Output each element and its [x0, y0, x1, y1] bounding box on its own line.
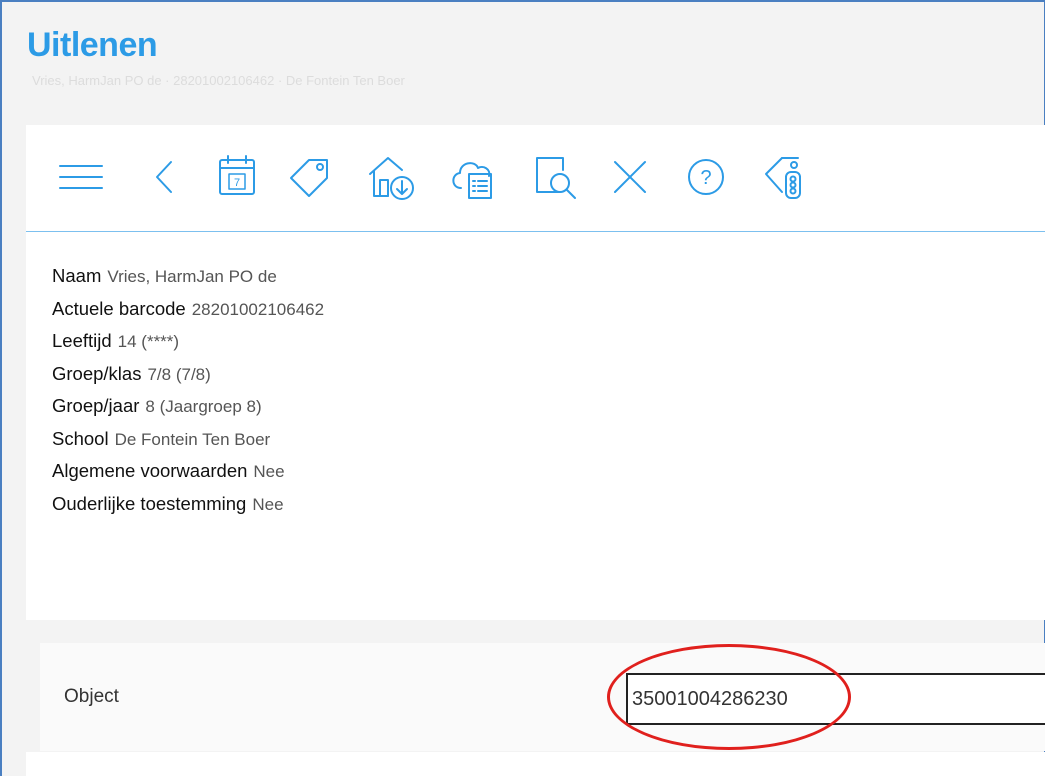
calendar-day: 7 [234, 177, 240, 189]
groep-klas-value: 7/8 (7/8) [147, 364, 211, 384]
help-button[interactable]: ? [678, 145, 734, 209]
leeftijd-label: Leeftijd [52, 330, 112, 351]
page-title: Uitlenen [27, 26, 158, 64]
info-row-school: School De Fontein Ten Boer [52, 428, 324, 461]
naam-value: Vries, HarmJan PO de [107, 267, 277, 286]
info-row-toestemming: Ouderlijke toestemming Nee [52, 493, 324, 526]
voorwaarden-label: Algemene voorwaarden [52, 460, 248, 481]
barcode-value: 28201002106462 [191, 299, 325, 319]
groep-jaar-label: Groep/jaar [52, 395, 140, 416]
toestemming-value: Nee [252, 494, 284, 514]
help-icon: ? [688, 159, 724, 195]
bottom-strip [26, 752, 1045, 776]
cloud-list-icon [452, 162, 492, 199]
menu-icon [59, 165, 103, 189]
naam-label: Naam [52, 265, 102, 286]
patron-info: Naam Vries, HarmJan PO de Actuele barcode… [52, 265, 324, 525]
object-input[interactable] [626, 673, 1045, 725]
object-label: Object [64, 686, 119, 707]
home-download-icon [369, 157, 414, 200]
tag-button[interactable] [282, 145, 338, 209]
tag-traffic-light-button[interactable] [757, 145, 813, 209]
groep-jaar-value: 8 (Jaargroep 8) [145, 397, 262, 416]
search-document-button[interactable] [526, 145, 582, 209]
groep-klas-label: Groep/klas [52, 362, 142, 384]
help-glyph: ? [700, 167, 711, 189]
cloud-list-button[interactable] [444, 145, 500, 209]
info-row-groep-klas: Groep/klas 7/8 (7/8) [52, 363, 324, 396]
info-row-barcode: Actuele barcode 28201002106462 [52, 298, 324, 331]
school-value: De Fontein Ten Boer [114, 429, 271, 449]
toolbar: 7 ? [26, 125, 1045, 232]
tag-traffic-light-icon [765, 157, 801, 199]
search-document-icon [536, 157, 576, 199]
info-row-groep-jaar: Groep/jaar 8 (Jaargroep 8) [52, 395, 324, 428]
back-button[interactable] [136, 145, 192, 209]
chevron-left-icon [156, 161, 172, 193]
home-download-button[interactable] [363, 145, 419, 209]
info-row-leeftijd: Leeftijd 14 (****) [52, 330, 324, 363]
toestemming-label: Ouderlijke toestemming [52, 492, 247, 514]
page-subtitle: Vries, HarmJan PO de · 28201002106462 · … [32, 73, 405, 88]
tag-icon [290, 159, 328, 197]
calendar-button[interactable]: 7 [209, 145, 265, 209]
close-icon [614, 161, 646, 193]
voorwaarden-value: Nee [253, 462, 285, 481]
menu-button[interactable] [53, 145, 109, 209]
info-row-voorwaarden: Algemene voorwaarden Nee [52, 460, 324, 493]
info-row-naam: Naam Vries, HarmJan PO de [52, 265, 324, 298]
close-button[interactable] [602, 145, 658, 209]
leeftijd-value: 14 (****) [117, 332, 180, 351]
calendar-icon: 7 [219, 155, 255, 195]
school-label: School [52, 427, 109, 449]
barcode-label: Actuele barcode [52, 297, 186, 319]
